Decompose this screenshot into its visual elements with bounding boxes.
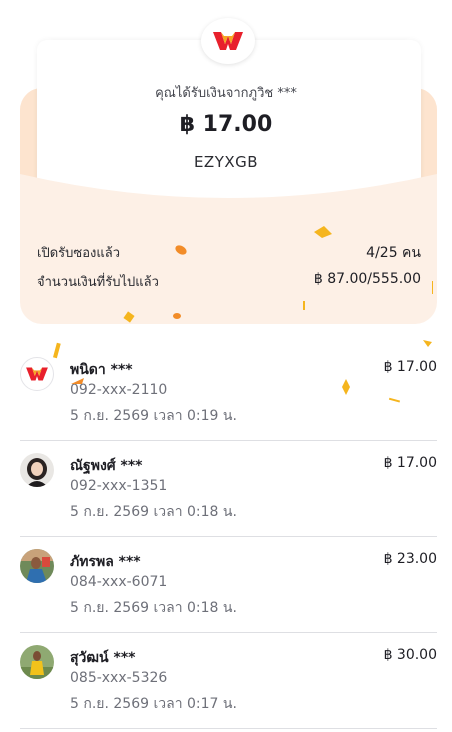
- brand-logo-icon: [213, 32, 243, 50]
- recipient-time: 5 ก.ย. 2569 เวลา 0:18 น.: [70, 600, 237, 616]
- recipient-name: สุวัฒน์ ***: [70, 650, 136, 666]
- avatar: [20, 549, 54, 583]
- confetti-piece: [303, 301, 305, 310]
- person-photo-icon: [20, 645, 54, 679]
- list-item[interactable]: ภัทรพล *** 084-xxx-6071 5 ก.ย. 2569 เวลา…: [20, 537, 437, 633]
- opened-count-row: เปิดรับซองแล้ว 4/25 คน: [37, 242, 421, 264]
- confetti-piece: [314, 226, 332, 238]
- recipient-phone: 092-xxx-1351: [70, 478, 168, 494]
- received-total-value: ฿ 87.00/555.00: [313, 271, 421, 287]
- recipient-amount: ฿ 17.00: [383, 359, 437, 375]
- confetti-piece: [388, 397, 401, 403]
- list-item[interactable]: สุวัฒน์ *** 085-xxx-5326 5 ก.ย. 2569 เวล…: [20, 633, 437, 729]
- confetti-piece: [123, 311, 135, 323]
- confetti-piece: [173, 313, 181, 319]
- brand-logo-icon: [26, 367, 48, 381]
- confetti-piece: [52, 342, 61, 359]
- recipient-time: 5 ก.ย. 2569 เวลา 0:18 น.: [70, 504, 237, 520]
- recipient-amount: ฿ 17.00: [383, 455, 437, 471]
- recipient-amount: ฿ 30.00: [383, 647, 437, 663]
- recipient-phone: 084-xxx-6071: [70, 574, 168, 590]
- recipient-list: พนิดา *** 092-xxx-2110 5 ก.ย. 2569 เวลา …: [20, 345, 437, 729]
- received-total-label: จำนวนเงินที่รับไปแล้ว: [37, 275, 159, 290]
- received-total-row: จำนวนเงินที่รับไปแล้ว ฿ 87.00/555.00: [37, 271, 421, 292]
- envelope-pocket-curve: [20, 174, 437, 240]
- confetti-piece: [423, 340, 432, 347]
- recipient-name: ภัทรพล ***: [70, 554, 141, 570]
- confetti-piece: [175, 245, 187, 255]
- recipient-time: 5 ก.ย. 2569 เวลา 0:19 น.: [70, 408, 237, 424]
- received-amount: ฿ 17.00: [179, 112, 273, 137]
- opened-label: เปิดรับซองแล้ว: [37, 246, 120, 261]
- confetti-piece: [432, 281, 433, 294]
- envelope-code: EZYXGB: [193, 153, 259, 171]
- recipient-name: ณัฐพงศ์ ***: [70, 458, 143, 474]
- sender-label: คุณได้รับเงินจากภูวิช ***: [155, 86, 297, 101]
- recipient-amount: ฿ 23.00: [383, 551, 437, 567]
- avatar: [20, 357, 54, 391]
- avatar: [20, 453, 54, 487]
- confetti-piece: [71, 378, 84, 384]
- avatar: [20, 645, 54, 679]
- person-photo-icon: [20, 453, 54, 487]
- confetti-piece: [342, 379, 350, 395]
- list-item[interactable]: พนิดา *** 092-xxx-2110 5 ก.ย. 2569 เวลา …: [20, 345, 437, 441]
- recipient-time: 5 ก.ย. 2569 เวลา 0:17 น.: [70, 696, 237, 712]
- list-item[interactable]: ณัฐพงศ์ *** 092-xxx-1351 5 ก.ย. 2569 เวล…: [20, 441, 437, 537]
- brand-logo: [201, 18, 255, 64]
- person-photo-icon: [20, 549, 54, 583]
- recipient-phone: 085-xxx-5326: [70, 670, 168, 686]
- opened-value: 4/25 คน: [366, 245, 421, 261]
